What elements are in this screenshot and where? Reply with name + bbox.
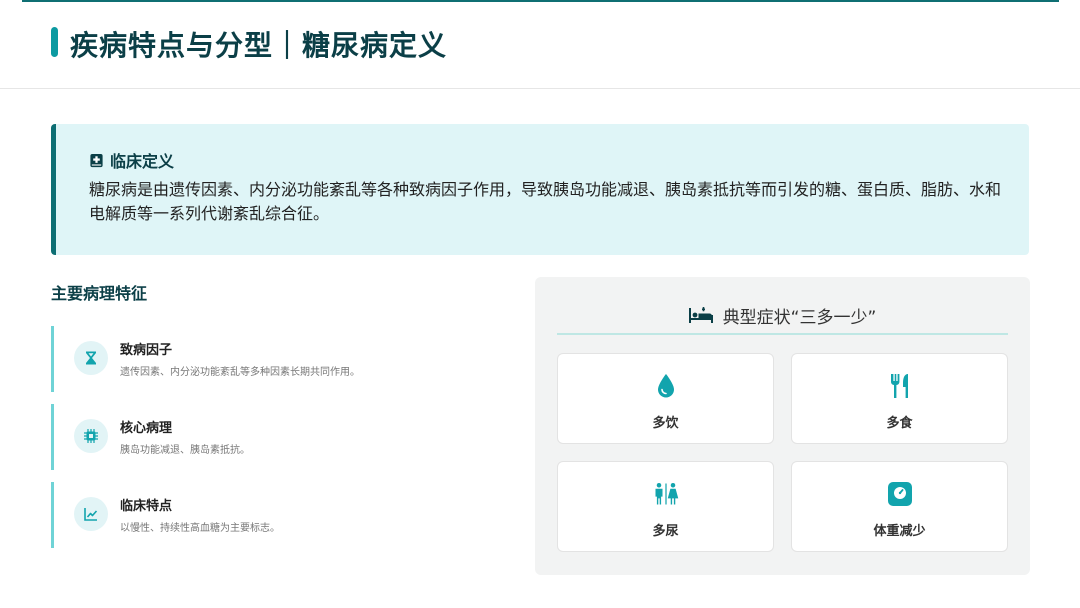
feature-item-cause: 致病因子 遗传因素、内分泌功能紊乱等多种因素长期共同作用。 bbox=[51, 326, 491, 392]
hourglass-icon bbox=[86, 351, 96, 365]
symptom-icon-wrap bbox=[886, 480, 914, 508]
weight-scale-icon bbox=[887, 482, 912, 506]
definition-text: 糖尿病是由遗传因素、内分泌功能紊乱等各种致病因子作用，导致胰岛功能减退、胰岛素抵… bbox=[89, 180, 1002, 223]
water-drop-icon bbox=[657, 374, 674, 398]
symptoms-title: 典型症状“三多一少” bbox=[722, 307, 877, 328]
feature-title: 临床特点 bbox=[120, 499, 173, 514]
utensils-icon bbox=[890, 374, 908, 398]
feature-title: 核心病理 bbox=[120, 421, 173, 436]
symptom-card-weight: 体重减少 bbox=[791, 461, 1008, 552]
definition-title: 临床定义 bbox=[110, 152, 175, 171]
symptom-label: 体重减少 bbox=[873, 524, 926, 539]
symptom-card-urinate: 多尿 bbox=[557, 461, 774, 552]
page-header: 疾病特点与分型｜糖尿病定义 bbox=[0, 0, 1080, 89]
restroom-icon bbox=[655, 482, 678, 505]
symptom-label: 多食 bbox=[886, 416, 913, 431]
features-title: 主要病理特征 bbox=[51, 284, 148, 303]
symptoms-panel: 典型症状“三多一少” 多饮 多食 多尿 体重减少 bbox=[535, 277, 1030, 575]
page-title: 疾病特点与分型｜糖尿病定义 bbox=[70, 29, 448, 62]
symptom-icon-wrap bbox=[652, 372, 680, 400]
feature-item-clinical: 临床特点 以慢性、持续性高血糖为主要标志。 bbox=[51, 482, 491, 548]
symptoms-header: 典型症状“三多一少” bbox=[557, 297, 1008, 335]
feature-desc: 以慢性、持续性高血糖为主要标志。 bbox=[120, 523, 280, 534]
symptom-label: 多尿 bbox=[652, 524, 679, 539]
symptom-icon-wrap bbox=[652, 480, 680, 508]
medical-book-icon bbox=[90, 153, 103, 167]
feature-desc: 遗传因素、内分泌功能紊乱等多种因素长期共同作用。 bbox=[120, 367, 360, 378]
definition-box: 临床定义 糖尿病是由遗传因素、内分泌功能紊乱等各种致病因子作用，导致胰岛功能减退… bbox=[51, 124, 1029, 255]
symptom-icon-wrap bbox=[886, 372, 914, 400]
feature-icon-wrap bbox=[74, 497, 108, 531]
title-accent-bar bbox=[51, 27, 58, 57]
feature-title: 致病因子 bbox=[120, 343, 173, 358]
symptom-card-eat: 多食 bbox=[791, 353, 1008, 444]
feature-icon-wrap bbox=[74, 419, 108, 453]
definition-header: 临床定义 bbox=[89, 148, 174, 172]
bed-icon bbox=[688, 307, 713, 323]
feature-icon-wrap bbox=[74, 341, 108, 375]
symptom-label: 多饮 bbox=[652, 416, 679, 431]
feature-desc: 胰岛功能减退、胰岛素抵抗。 bbox=[120, 445, 250, 456]
chip-icon bbox=[84, 429, 98, 443]
symptom-card-drink: 多饮 bbox=[557, 353, 774, 444]
trend-chart-icon bbox=[84, 508, 98, 521]
feature-item-pathology: 核心病理 胰岛功能减退、胰岛素抵抗。 bbox=[51, 404, 491, 470]
